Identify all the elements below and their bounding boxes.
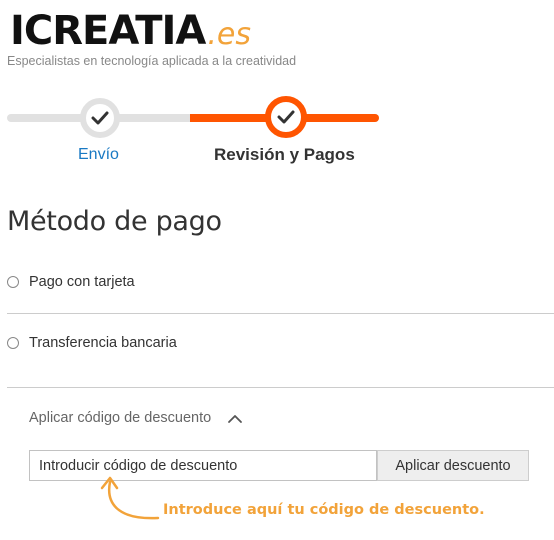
payment-option-bank-transfer-label: Transferencia bancaria [29, 335, 177, 351]
logo-main-text: ICREATIA [10, 8, 206, 54]
annotation-text: Introduce aquí tu código de descuento. [163, 502, 485, 518]
step-review-payment-circle [265, 96, 307, 138]
discount-code-input[interactable] [29, 450, 377, 481]
payment-method-title: Método de pago [7, 206, 222, 237]
check-icon [277, 110, 295, 124]
chevron-up-icon [228, 415, 243, 423]
apply-discount-button[interactable]: Aplicar descuento [377, 450, 529, 481]
step-review-payment-label: Revisión y Pagos [214, 145, 355, 164]
radio-bank-transfer[interactable] [7, 337, 19, 349]
step-shipping-circle [80, 98, 120, 138]
logo-extension-text: .es [207, 17, 251, 52]
discount-toggle[interactable]: Aplicar código de descuento [29, 410, 245, 426]
radio-card[interactable] [7, 276, 19, 288]
logo[interactable]: ICREATIA.es [10, 8, 251, 54]
check-icon [91, 111, 109, 125]
tagline: Especialistas en tecnología aplicada a l… [7, 54, 297, 68]
payment-option-card[interactable]: Pago con tarjeta [7, 274, 135, 290]
discount-toggle-label: Aplicar código de descuento [29, 410, 212, 426]
step-shipping-label[interactable]: Envío [78, 146, 119, 164]
payment-option-card-label: Pago con tarjeta [29, 274, 135, 290]
curved-arrow-icon [100, 476, 160, 520]
divider [7, 387, 554, 388]
payment-option-bank-transfer[interactable]: Transferencia bancaria [7, 335, 177, 351]
divider [7, 313, 554, 314]
